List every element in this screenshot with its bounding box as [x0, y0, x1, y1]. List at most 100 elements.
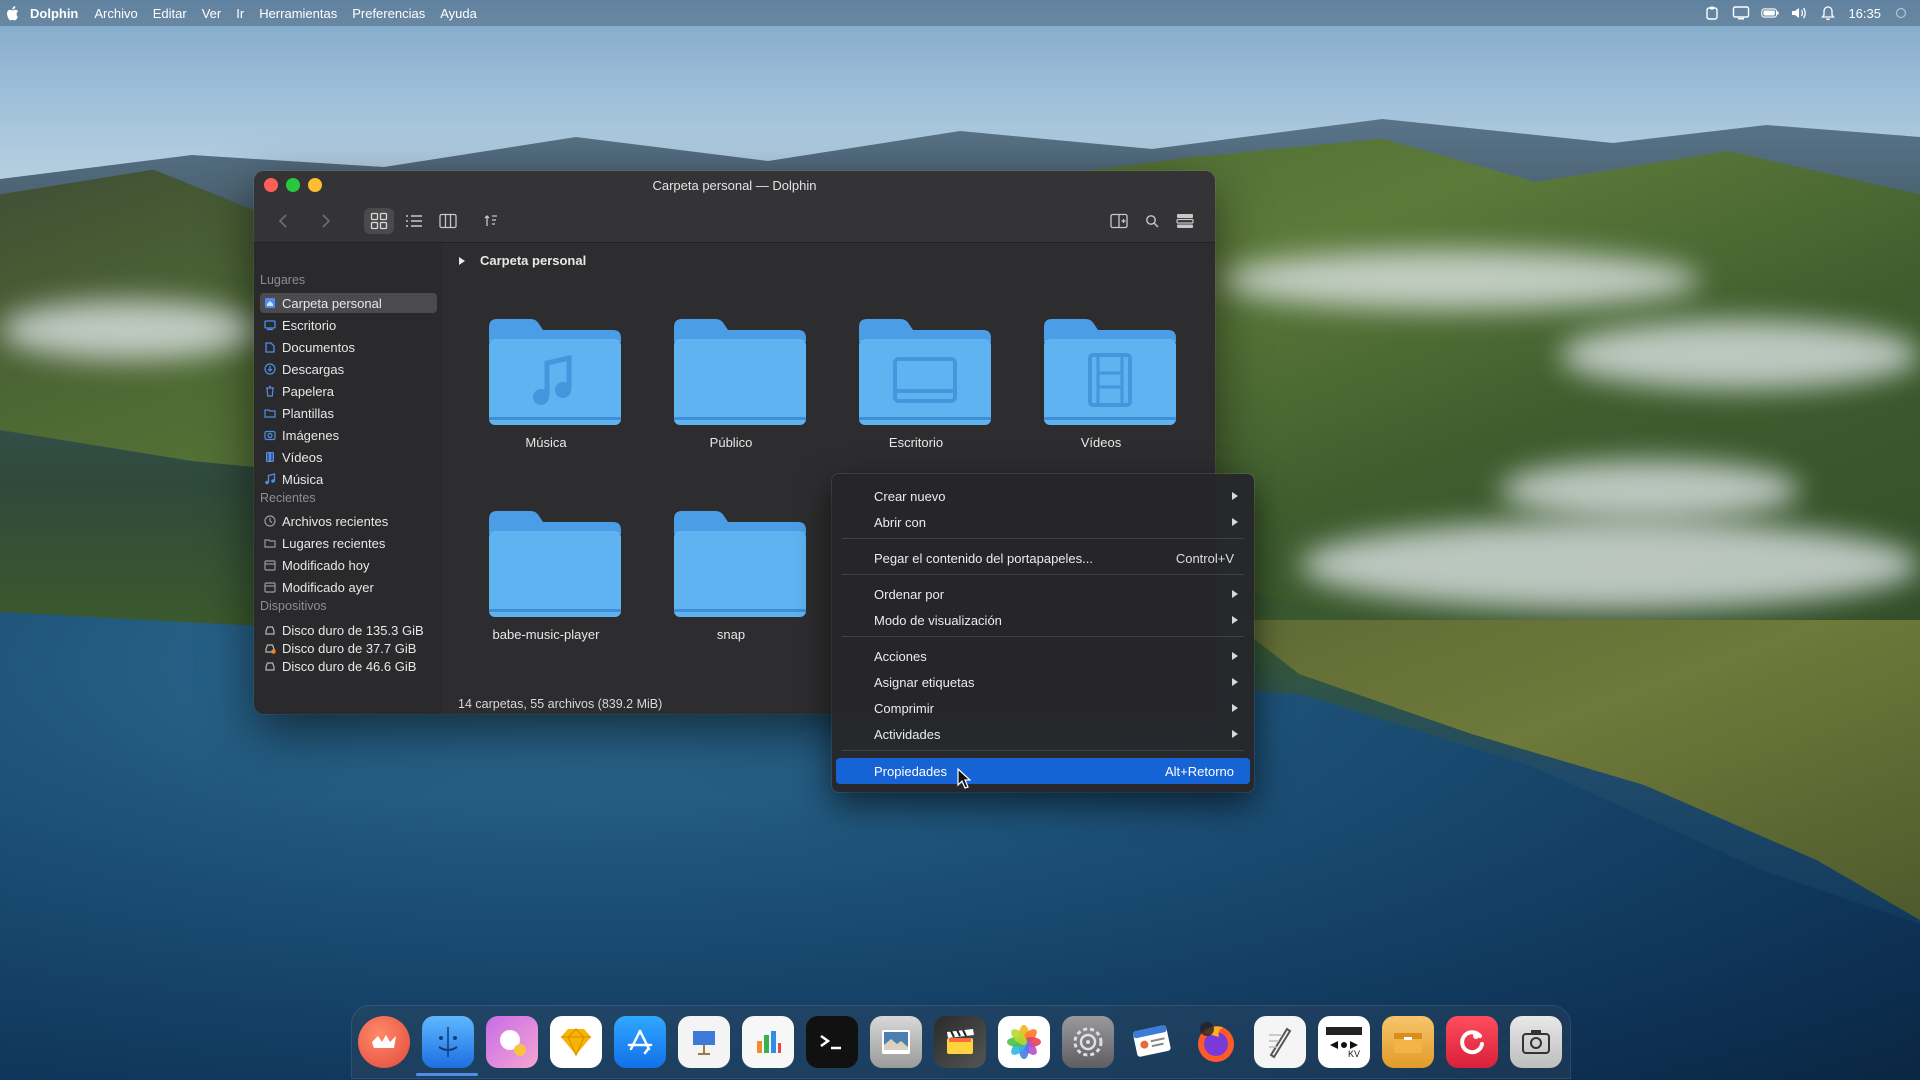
- search-button[interactable]: [1137, 208, 1167, 234]
- breadcrumb[interactable]: Carpeta personal: [458, 253, 586, 268]
- menu-item-propiedades[interactable]: Propiedades Alt+Retorno: [836, 758, 1250, 784]
- menu-ayuda[interactable]: Ayuda: [440, 6, 477, 21]
- sidebar-item-carpeta-personal[interactable]: Carpeta personal: [260, 293, 437, 313]
- sidebar-item-label: Descargas: [282, 361, 345, 377]
- menu-preferencias[interactable]: Preferencias: [352, 6, 425, 21]
- menu-item-crear-nuevo[interactable]: Crear nuevo: [836, 484, 1250, 508]
- forward-button[interactable]: [311, 208, 341, 234]
- menu-item-actividades[interactable]: Actividades: [836, 722, 1250, 746]
- photos-icon[interactable]: [998, 1016, 1050, 1068]
- menu-item-modo-visualizacion[interactable]: Modo de visualización: [836, 608, 1250, 632]
- status-dot-icon[interactable]: [1892, 4, 1910, 22]
- menu-archivo[interactable]: Archivo: [94, 6, 137, 21]
- folder-name: Escritorio: [888, 435, 944, 450]
- volume-icon[interactable]: [1790, 4, 1808, 22]
- sidebar-item-plantillas[interactable]: Plantillas: [260, 403, 437, 423]
- back-button[interactable]: [268, 208, 298, 234]
- battery-icon[interactable]: [1761, 4, 1780, 22]
- contacts-icon[interactable]: [1126, 1016, 1178, 1068]
- menu-item-comprimir[interactable]: Comprimir: [836, 696, 1250, 720]
- screen-capture-kv-icon[interactable]: KV: [1318, 1016, 1370, 1068]
- sidebar-item-lugares-recientes[interactable]: Lugares recientes: [260, 533, 437, 553]
- menu-herramientas[interactable]: Herramientas: [259, 6, 337, 21]
- display-icon[interactable]: [1732, 4, 1750, 22]
- numbers-icon[interactable]: [742, 1016, 794, 1068]
- mouse-cursor-icon: [957, 768, 971, 789]
- menu-item-abrir-con[interactable]: Abrir con: [836, 510, 1250, 534]
- menu-button[interactable]: [1170, 208, 1200, 234]
- folder-item[interactable]: Vídeos: [1016, 313, 1186, 473]
- close-button[interactable]: [264, 178, 278, 192]
- sidebar-item-modificado-ayer[interactable]: Modificado ayer: [260, 577, 437, 597]
- folder-name: Vídeos: [1080, 435, 1122, 450]
- music-app-icon[interactable]: [1446, 1016, 1498, 1068]
- menu-ir[interactable]: Ir: [236, 6, 244, 21]
- downloads-icon: [263, 363, 276, 376]
- menu-item-ordenar-por[interactable]: Ordenar por: [836, 582, 1250, 606]
- terminal-icon[interactable]: [806, 1016, 858, 1068]
- dock-active-indicator: [416, 1073, 478, 1076]
- folder-item[interactable]: snap: [646, 505, 816, 665]
- folder-item[interactable]: Público: [646, 313, 816, 473]
- dock: KV: [352, 1006, 1570, 1078]
- sidebar-item-label: Disco duro de 37.7 GiB: [282, 640, 417, 656]
- sidebar-item-documentos[interactable]: Documentos: [260, 337, 437, 357]
- sidebar-item-disk-3[interactable]: Disco duro de 46.6 GiB: [260, 656, 437, 676]
- details-view-button[interactable]: [399, 208, 429, 234]
- columns-view-button[interactable]: [433, 208, 463, 234]
- menu-item-acciones[interactable]: Acciones: [836, 644, 1250, 668]
- keynote-icon[interactable]: [678, 1016, 730, 1068]
- archive-icon[interactable]: [1382, 1016, 1434, 1068]
- svg-text:KV: KV: [1348, 1049, 1360, 1059]
- sidebar-item-imagenes[interactable]: Imágenes: [260, 425, 437, 445]
- menu-app-name[interactable]: Dolphin: [30, 6, 78, 21]
- folder-item[interactable]: Escritorio: [831, 313, 1001, 473]
- clock[interactable]: 16:35: [1848, 6, 1881, 21]
- maximize-button[interactable]: [286, 178, 300, 192]
- launchpad-icon[interactable]: [358, 1016, 410, 1068]
- sidebar-item-descargas[interactable]: Descargas: [260, 359, 437, 379]
- sidebar-item-escritorio[interactable]: Escritorio: [260, 315, 437, 335]
- avatar-app-icon[interactable]: [486, 1016, 538, 1068]
- menu-item-pegar[interactable]: Pegar el contenido del portapapeles... C…: [836, 546, 1250, 570]
- sidebar-item-disk-2[interactable]: Disco duro de 37.7 GiB: [260, 638, 437, 658]
- sidebar-item-modificado-hoy[interactable]: Modificado hoy: [260, 555, 437, 575]
- sidebar-item-archivos-recientes[interactable]: Archivos recientes: [260, 511, 437, 531]
- text-editor-icon[interactable]: [1254, 1016, 1306, 1068]
- menu-item-asignar-etiquetas[interactable]: Asignar etiquetas: [836, 670, 1250, 694]
- folder-name: Público: [709, 435, 753, 450]
- firefox-icon[interactable]: [1190, 1016, 1242, 1068]
- sidebar-item-disk-1[interactable]: Disco duro de 135.3 GiB: [260, 620, 437, 640]
- clipboard-icon[interactable]: [1703, 4, 1721, 22]
- menu-separator: [842, 750, 1244, 751]
- sketch-icon[interactable]: [550, 1016, 602, 1068]
- window-titlebar[interactable]: Carpeta personal — Dolphin: [254, 171, 1215, 199]
- icons-view-button[interactable]: [364, 208, 394, 234]
- app-store-icon[interactable]: [614, 1016, 666, 1068]
- sort-button[interactable]: [476, 208, 506, 234]
- sidebar-item-label: Música: [282, 471, 324, 487]
- context-menu: Crear nuevo Abrir con Pegar el contenido…: [832, 474, 1254, 792]
- sidebar-item-musica[interactable]: Música: [260, 469, 437, 489]
- window-title: Carpeta personal — Dolphin: [652, 177, 817, 193]
- folder-item[interactable]: babe-music-player: [461, 505, 631, 665]
- preview-icon[interactable]: [870, 1016, 922, 1068]
- final-cut-icon[interactable]: [934, 1016, 986, 1068]
- screenshot-icon[interactable]: [1510, 1016, 1562, 1068]
- breadcrumb-current[interactable]: Carpeta personal: [480, 253, 586, 268]
- apple-icon[interactable]: [6, 5, 20, 21]
- menu-editar[interactable]: Editar: [153, 6, 187, 21]
- sidebar-item-papelera[interactable]: Papelera: [260, 381, 437, 401]
- split-view-button[interactable]: [1104, 208, 1134, 234]
- sidebar-item-label: Vídeos: [282, 449, 323, 465]
- triangle-right-icon[interactable]: [458, 256, 468, 266]
- finder-icon[interactable]: [422, 1016, 474, 1068]
- minimize-button[interactable]: [308, 178, 322, 192]
- sidebar-item-label: Plantillas: [282, 405, 335, 421]
- sidebar-item-videos[interactable]: Vídeos: [260, 447, 437, 467]
- notifications-icon[interactable]: [1819, 4, 1837, 22]
- system-preferences-icon[interactable]: [1062, 1016, 1114, 1068]
- menu-ver[interactable]: Ver: [202, 6, 222, 21]
- calendar-icon: [263, 581, 276, 594]
- folder-item[interactable]: Música: [461, 313, 631, 473]
